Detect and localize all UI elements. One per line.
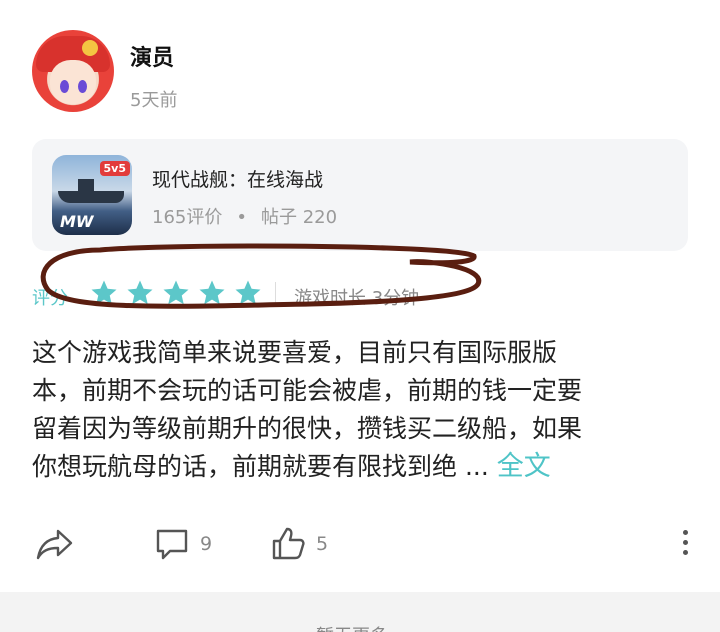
star-rating <box>88 278 268 312</box>
like-count: 5 <box>316 533 329 555</box>
game-card[interactable]: 5v5 MW 现代战舰：在线海战 165评价 • 帖子 220 <box>32 139 688 251</box>
comment-button[interactable]: 9 <box>154 524 212 564</box>
game-icon-logo: MW <box>60 212 94 231</box>
ship-hull <box>58 191 124 203</box>
thumbs-up-icon <box>272 527 305 560</box>
game-icon: 5v5 MW <box>52 155 132 235</box>
footer-bar: 暂无更多 <box>0 592 720 632</box>
footer-text: 暂无更多 <box>316 622 388 632</box>
game-title: 现代战舰：在线海战 <box>152 169 324 191</box>
playtime: 游戏时长 3分钟 <box>294 288 420 309</box>
avatar-eye-right <box>78 80 87 93</box>
like-button[interactable]: 5 <box>270 524 328 564</box>
read-more-link[interactable]: 全文 <box>497 451 551 482</box>
post-header: 演员 5天前 <box>32 30 692 114</box>
star-icon <box>235 280 261 305</box>
review-line: 你想玩航母的话，前期就要有限找到绝 ... <box>32 452 489 481</box>
star-icon <box>199 280 225 305</box>
share-icon <box>36 529 73 560</box>
more-vertical-icon[interactable] <box>680 530 690 560</box>
rating-label: 评分 <box>32 288 68 309</box>
post-count: 帖子 220 <box>260 207 338 228</box>
divider <box>275 282 276 306</box>
separator-dot: • <box>236 207 247 228</box>
star-icon <box>163 280 189 305</box>
review-line: 这个游戏我简单来说要喜爱，目前只有国际服版 <box>32 338 558 367</box>
review-count: 165评价 <box>152 207 223 228</box>
star-icon <box>127 280 153 305</box>
comment-count: 9 <box>200 533 213 555</box>
avatar-bow <box>82 40 98 56</box>
review-line-last: 你想玩航母的话，前期就要有限找到绝 ... 全文 <box>32 448 682 486</box>
action-bar: 9 5 <box>32 524 692 564</box>
avatar-face <box>50 60 96 104</box>
review-text: 这个游戏我简单来说要喜爱，目前只有国际服版 本，前期不会玩的话可能会被虐，前期的… <box>32 334 682 486</box>
comment-icon <box>156 529 188 560</box>
game-stats: 165评价 • 帖子 220 <box>152 203 337 229</box>
avatar-eye-left <box>60 80 69 93</box>
review-line: 留着因为等级前期升的很快，攒钱买二级船，如果 <box>32 414 583 443</box>
game-icon-badge: 5v5 <box>99 161 130 176</box>
rating-row: 评分 游戏时长 3分钟 <box>32 278 692 312</box>
username[interactable]: 演员 <box>130 40 174 72</box>
share-button[interactable] <box>36 524 74 564</box>
star-icon <box>91 280 117 305</box>
avatar[interactable] <box>32 30 114 112</box>
review-line: 本，前期不会玩的话可能会被虐，前期的钱一定要 <box>32 376 583 405</box>
post-time: 5天前 <box>130 90 178 111</box>
